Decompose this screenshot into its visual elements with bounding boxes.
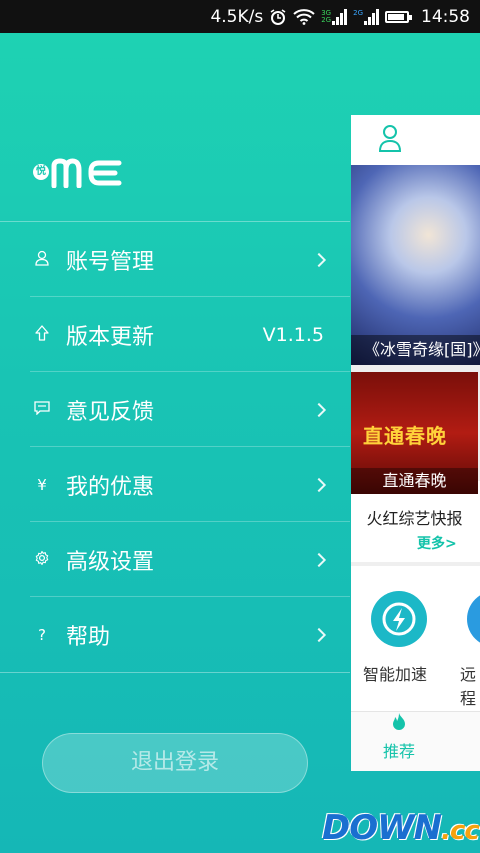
speed-boost-icon[interactable] — [371, 591, 427, 647]
network-speed: 4.5K/s — [210, 6, 264, 27]
tab-label: 推荐 — [382, 742, 415, 761]
card-title[interactable]: 火红综艺快报 — [351, 505, 478, 529]
service-label: 远程 — [460, 665, 477, 708]
wifi-icon — [293, 8, 315, 25]
logo-badge: 悦 — [33, 164, 49, 180]
alarm-icon — [269, 8, 287, 26]
drawer-menu: 账号管理 版本更新 V1.1.5 意见反馈 ¥ 我的优惠 高级设置 ? 帮助 — [0, 222, 350, 672]
menu-item-label: 高级设置 — [66, 549, 155, 575]
card-image-title: 直通春晚 — [363, 424, 447, 448]
version-value: V1.1.5 — [262, 323, 324, 346]
menu-item-label: 我的优惠 — [66, 474, 155, 500]
logout-button[interactable]: 退出登录 — [42, 733, 308, 793]
menu-item-update[interactable]: 版本更新 V1.1.5 — [0, 297, 350, 372]
chevron-right-icon — [311, 627, 327, 642]
chevron-right-icon — [311, 402, 327, 417]
menu-item-feedback[interactable]: 意见反馈 — [0, 372, 350, 447]
app-logo: 悦 — [33, 158, 123, 194]
menu-item-discounts[interactable]: ¥ 我的优惠 — [0, 447, 350, 522]
signal-3g-icon: 3G 2G — [321, 8, 348, 25]
service-label: 智能加速 — [363, 665, 428, 684]
menu-item-label: 账号管理 — [66, 249, 155, 275]
bottom-tab-bar: 推荐 — [351, 711, 480, 771]
status-bar: 4.5K/s 3G 2G 2G 14:58 — [0, 0, 480, 33]
menu-item-label: 帮助 — [66, 624, 111, 650]
flame-icon — [393, 713, 405, 730]
tab-recommend[interactable]: 推荐 — [371, 712, 427, 762]
gear-icon — [32, 550, 52, 570]
chevron-right-icon — [311, 477, 327, 492]
chevron-right-icon — [311, 552, 327, 567]
yen-icon: ¥ — [37, 475, 47, 494]
remote-icon[interactable] — [467, 591, 480, 647]
clock: 14:58 — [421, 6, 470, 27]
profile-icon[interactable] — [378, 124, 402, 156]
services-section: 智能加速 远程 — [351, 562, 480, 711]
banner[interactable]: 《冰雪奇缘[国]》 直通春晚 直通春晚 — [351, 165, 480, 494]
logo-text — [51, 158, 123, 194]
divider — [0, 672, 350, 673]
menu-item-help[interactable]: ? 帮助 — [0, 597, 350, 672]
card-caption: 直通春晚 — [351, 468, 478, 494]
chat-icon — [32, 400, 52, 419]
video-card-image[interactable]: 直通春晚 直通春晚 — [351, 372, 478, 494]
menu-item-label: 意见反馈 — [66, 399, 155, 425]
signal-2g-icon: 2G — [353, 8, 379, 25]
main-content-preview[interactable]: 《冰雪奇缘[国]》 直通春晚 直通春晚 火红综艺快报 更多> 智能加速 远程 推… — [351, 115, 480, 771]
battery-icon — [385, 10, 412, 23]
menu-item-account[interactable]: 账号管理 — [0, 222, 350, 297]
chevron-right-icon — [311, 252, 327, 267]
menu-item-advanced-settings[interactable]: 高级设置 — [0, 522, 350, 597]
question-icon: ? — [38, 625, 46, 644]
user-icon — [32, 250, 52, 270]
banner-caption: 《冰雪奇缘[国]》 — [351, 335, 480, 365]
upload-arrow-icon — [32, 324, 52, 345]
more-link[interactable]: 更多> — [417, 533, 457, 553]
content-header — [351, 115, 480, 165]
watermark-logo: DOWN.cc — [322, 808, 480, 848]
menu-item-label: 版本更新 — [66, 324, 155, 350]
